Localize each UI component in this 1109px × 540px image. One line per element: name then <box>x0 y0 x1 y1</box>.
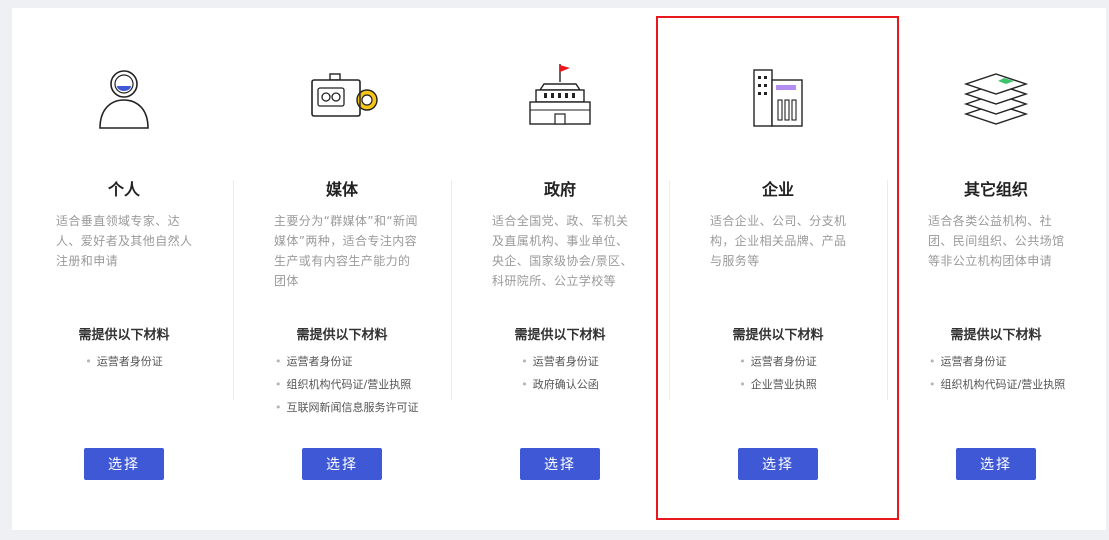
material-item: 互联网新闻信息服务许可证 <box>275 396 451 419</box>
card-title: 其它组织 <box>963 180 1028 199</box>
card-government: 政府 适合全国党、政、军机关及直属机构、事业单位、央企、国家级协会/景区、科研院… <box>451 8 669 530</box>
select-government-button[interactable]: 选择 <box>520 448 600 480</box>
card-personal: 个人 适合垂直领域专家、达人、爱好者及其他自然人注册和申请 需提供以下材料 运营… <box>15 8 233 530</box>
card-other-organization: 其它组织 适合各类公益机构、社团、民间组织、公共场馆等非公立机构团体申请 需提供… <box>887 8 1105 530</box>
select-media-button[interactable]: 选择 <box>302 448 382 480</box>
material-item: 企业营业执照 <box>669 373 887 396</box>
select-personal-button[interactable]: 选择 <box>84 448 164 480</box>
government-building-icon <box>529 64 591 125</box>
layers-icon <box>963 73 1029 125</box>
video-camera-icon <box>311 73 378 117</box>
materials-heading: 需提供以下材料 <box>78 328 170 343</box>
materials-list: 运营者身份证 企业营业执照 <box>669 350 887 396</box>
card-title: 媒体 <box>325 180 358 199</box>
person-icon <box>99 70 149 129</box>
materials-list: 运营者身份证 <box>15 350 233 373</box>
material-item: 运营者身份证 <box>15 350 233 373</box>
card-media: 媒体 主要分为“群媒体”和“新闻媒体”两种，适合专注内容生产或有内容生产能力的团… <box>233 8 451 530</box>
select-other-organization-button[interactable]: 选择 <box>956 448 1036 480</box>
material-item: 运营者身份证 <box>669 350 887 373</box>
materials-list: 运营者身份证 政府确认公函 <box>451 350 669 396</box>
account-type-panel: 个人 适合垂直领域专家、达人、爱好者及其他自然人注册和申请 需提供以下材料 运营… <box>12 8 1106 530</box>
material-item: 组织机构代码证/营业执照 <box>275 373 451 396</box>
material-item: 运营者身份证 <box>451 350 669 373</box>
materials-list: 运营者身份证 组织机构代码证/营业执照 <box>929 350 1105 396</box>
materials-list: 运营者身份证 组织机构代码证/营业执照 互联网新闻信息服务许可证 <box>275 350 451 419</box>
card-description: 适合垂直领域专家、达人、爱好者及其他自然人注册和申请 <box>56 214 193 268</box>
materials-heading: 需提供以下材料 <box>950 328 1042 343</box>
card-title: 个人 <box>107 180 140 199</box>
material-item: 运营者身份证 <box>929 350 1105 373</box>
card-description: 主要分为“群媒体”和“新闻媒体”两种，适合专注内容生产或有内容生产能力的团体 <box>274 214 418 288</box>
material-item: 政府确认公函 <box>451 373 669 396</box>
materials-heading: 需提供以下材料 <box>296 328 388 343</box>
card-title: 企业 <box>761 180 794 199</box>
select-enterprise-button[interactable]: 选择 <box>738 448 818 480</box>
card-description: 适合全国党、政、军机关及直属机构、事业单位、央企、国家级协会/景区、科研院所、公… <box>492 214 633 288</box>
enterprise-building-icon <box>753 69 803 127</box>
card-description: 适合企业、公司、分支机构，企业相关品牌、产品与服务等 <box>710 214 847 268</box>
card-title: 政府 <box>543 180 576 199</box>
materials-heading: 需提供以下材料 <box>514 328 606 343</box>
material-item: 运营者身份证 <box>275 350 451 373</box>
materials-heading: 需提供以下材料 <box>732 328 824 343</box>
card-description: 适合各类公益机构、社团、民间组织、公共场馆等非公立机构团体申请 <box>928 214 1065 268</box>
material-item: 组织机构代码证/营业执照 <box>929 373 1105 396</box>
card-enterprise: 企业 适合企业、公司、分支机构，企业相关品牌、产品与服务等 需提供以下材料 运营… <box>669 8 887 530</box>
